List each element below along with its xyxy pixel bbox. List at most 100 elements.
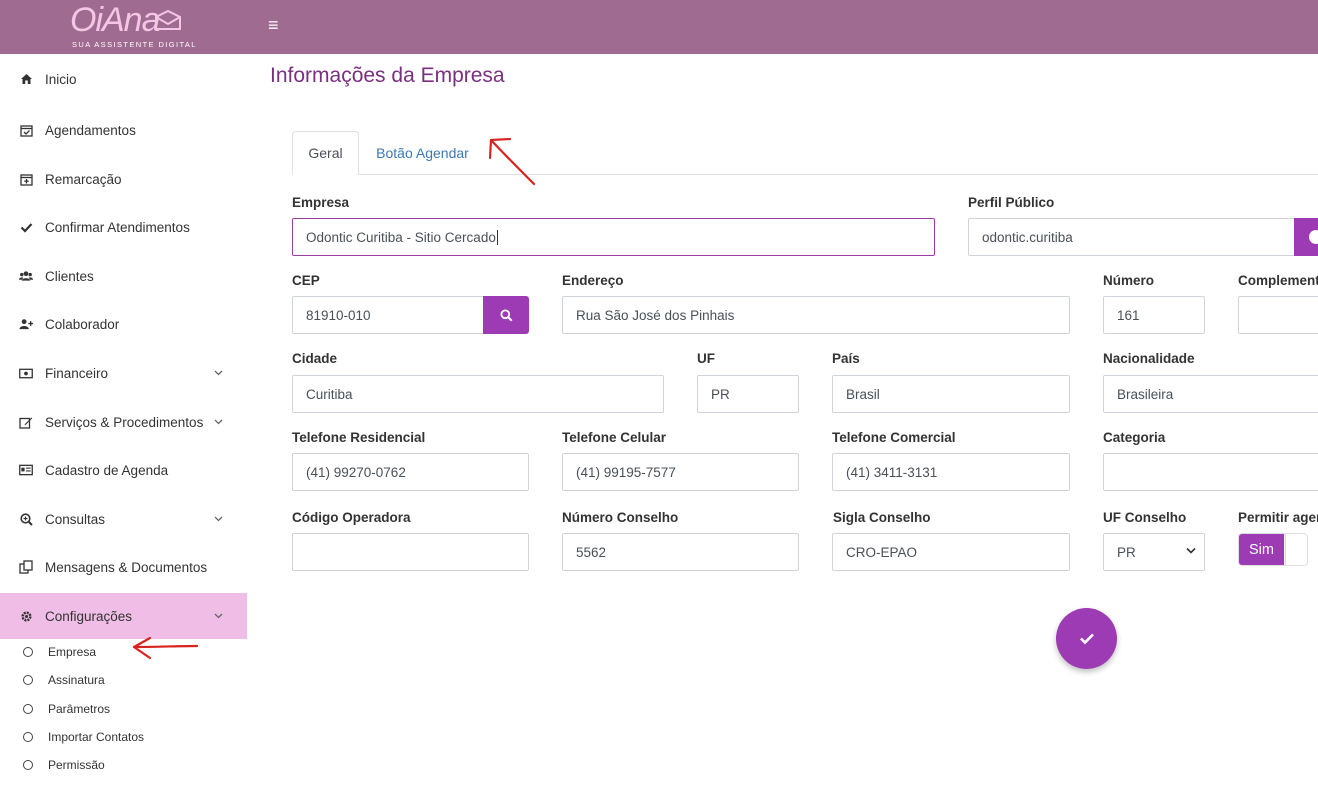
sigla-conselho-value: CRO-EPAO (846, 544, 918, 560)
telefone-celular-value: (41) 99195-7577 (576, 464, 676, 480)
heart-icon (1309, 230, 1318, 244)
codigo-operadora-input[interactable] (292, 533, 529, 571)
sidebar-item-label: Mensagens & Documentos (45, 559, 208, 575)
chevron-down-icon (214, 417, 223, 428)
pais-input[interactable]: Brasil (832, 375, 1070, 413)
permitir-agendamento-toggle[interactable]: Sim (1238, 533, 1308, 566)
save-button[interactable] (1056, 608, 1117, 669)
sidebar-item-label: Financeiro (45, 365, 109, 381)
sidebar-item-label: Consultas (45, 511, 106, 527)
chevron-down-icon (214, 514, 223, 525)
uf-conselho-select[interactable]: PR (1103, 533, 1205, 571)
telefone-residencial-value: (41) 99270-0762 (306, 464, 406, 480)
id-card-icon (19, 463, 33, 477)
sigla-conselho-input[interactable]: CRO-EPAO (832, 533, 1070, 571)
gear-icon (19, 609, 33, 623)
empresa-label: Empresa (292, 195, 350, 210)
sidebar-item-agendamentos[interactable]: Agendamentos (0, 107, 247, 153)
sidebar-item-colaborador[interactable]: Colaborador (0, 301, 247, 347)
perfil-publico-input[interactable]: odontic.curitiba (968, 218, 1298, 256)
hamburger-icon[interactable]: ≡ (268, 16, 279, 34)
submenu-item-empresa[interactable]: Empresa (0, 640, 247, 664)
telefone-celular-input[interactable]: (41) 99195-7577 (562, 453, 799, 491)
telefone-residencial-input[interactable]: (41) 99270-0762 (292, 453, 529, 491)
submenu-item-label: Empresa (48, 645, 97, 659)
cep-label: CEP (292, 273, 320, 288)
chevron-down-icon (1186, 546, 1196, 557)
uf-value: PR (711, 386, 730, 402)
uf-input[interactable]: PR (697, 375, 799, 413)
sidebar-item-configuracoes[interactable]: Configurações (0, 593, 247, 639)
sidebar-item-confirmar-atendimentos[interactable]: Confirmar Atendimentos (0, 204, 247, 250)
circle-icon (23, 732, 33, 742)
nacionalidade-label: Nacionalidade (1103, 351, 1195, 366)
complemento-input[interactable] (1238, 296, 1318, 334)
cidade-label: Cidade (292, 351, 338, 366)
numero-conselho-label: Número Conselho (562, 510, 679, 525)
telefone-comercial-label: Telefone Comercial (832, 430, 956, 445)
perfil-link-button[interactable] (1294, 218, 1318, 256)
circle-icon (23, 760, 33, 770)
telefone-comercial-value: (41) 3411-3131 (846, 464, 938, 480)
complemento-label: Complement (1238, 273, 1318, 288)
nacionalidade-input[interactable]: Brasileira (1103, 375, 1318, 413)
cep-value: 81910-010 (306, 307, 371, 323)
logo[interactable]: OiAna SUA ASSISTENTE DIGITAL (70, 1, 195, 51)
submenu-item-permissao[interactable]: Permissão (0, 753, 247, 777)
check-icon (1079, 633, 1094, 645)
submenu-item-label: Parâmetros (48, 702, 111, 716)
endereco-value: Rua São José dos Pinhais (576, 307, 735, 323)
numero-conselho-value: 5562 (576, 544, 607, 560)
sidebar-item-financeiro[interactable]: Financeiro (0, 350, 247, 396)
cep-input[interactable]: 81910-010 (292, 296, 484, 334)
nacionalidade-value: Brasileira (1117, 386, 1174, 402)
uf-label: UF (697, 351, 715, 366)
tab-geral[interactable]: Geral (292, 131, 359, 175)
submenu-item-parametros[interactable]: Parâmetros (0, 697, 247, 721)
submenu-item-label: Importar Contatos (48, 730, 145, 744)
telefone-comercial-input[interactable]: (41) 3411-3131 (832, 453, 1070, 491)
calendar-check-icon (19, 123, 33, 137)
telefone-celular-label: Telefone Celular (562, 430, 667, 445)
sidebar-item-remarcacao[interactable]: Remarcação (0, 156, 247, 202)
sidebar-item-consultas[interactable]: Consultas (0, 496, 247, 542)
circle-icon (23, 675, 33, 685)
text-caret (496, 229, 498, 245)
submenu-item-label: Assinatura (48, 673, 105, 687)
sidebar-item-label: Serviços & Procedimentos (45, 414, 204, 430)
empresa-input[interactable]: Odontic Curitiba - Sitio Cercado (292, 218, 935, 256)
copy-icon (19, 560, 33, 574)
tab-botao-agendar[interactable]: Botão Agendar (365, 131, 480, 175)
codigo-operadora-label: Código Operadora (292, 510, 411, 525)
permitir-agendamento-label: Permitir ager (1238, 510, 1318, 525)
sidebar-item-label: Inicio (45, 71, 77, 87)
endereco-label: Endereço (562, 273, 624, 288)
submenu-item-label: Permissão (48, 758, 105, 772)
endereco-input[interactable]: Rua São José dos Pinhais (562, 296, 1070, 334)
uf-conselho-label: UF Conselho (1103, 510, 1187, 525)
categoria-input[interactable] (1103, 453, 1318, 491)
sidebar-item-mensagens-documentos[interactable]: Mensagens & Documentos (0, 544, 247, 590)
sidebar-item-inicio[interactable]: Inicio (0, 56, 247, 102)
empresa-value: Odontic Curitiba - Sitio Cercado (306, 229, 496, 245)
numero-conselho-input[interactable]: 5562 (562, 533, 799, 571)
users-icon (19, 269, 33, 283)
cidade-input[interactable]: Curitiba (292, 375, 664, 413)
sidebar-item-cadastro-de-agenda[interactable]: Cadastro de Agenda (0, 447, 247, 493)
pais-value: Brasil (846, 386, 880, 402)
sidebar-item-servicos-procedimentos[interactable]: Serviços & Procedimentos (0, 399, 247, 445)
logo-text: OiAna (70, 1, 160, 39)
toggle-on-label: Sim (1239, 534, 1284, 565)
money-icon (19, 366, 33, 380)
submenu-item-assinatura[interactable]: Assinatura (0, 668, 247, 692)
submenu-item-importar-contatos[interactable]: Importar Contatos (0, 725, 247, 749)
sidebar-item-label: Agendamentos (45, 122, 136, 138)
uf-conselho-value: PR (1117, 544, 1136, 560)
sidebar-item-label: Confirmar Atendimentos (45, 219, 190, 235)
numero-input[interactable]: 161 (1103, 296, 1205, 334)
search-plus-icon (19, 512, 33, 526)
telefone-residencial-label: Telefone Residencial (292, 430, 426, 445)
cep-search-button[interactable] (483, 296, 529, 334)
categoria-label: Categoria (1103, 430, 1166, 445)
sidebar-item-clientes[interactable]: Clientes (0, 253, 247, 299)
